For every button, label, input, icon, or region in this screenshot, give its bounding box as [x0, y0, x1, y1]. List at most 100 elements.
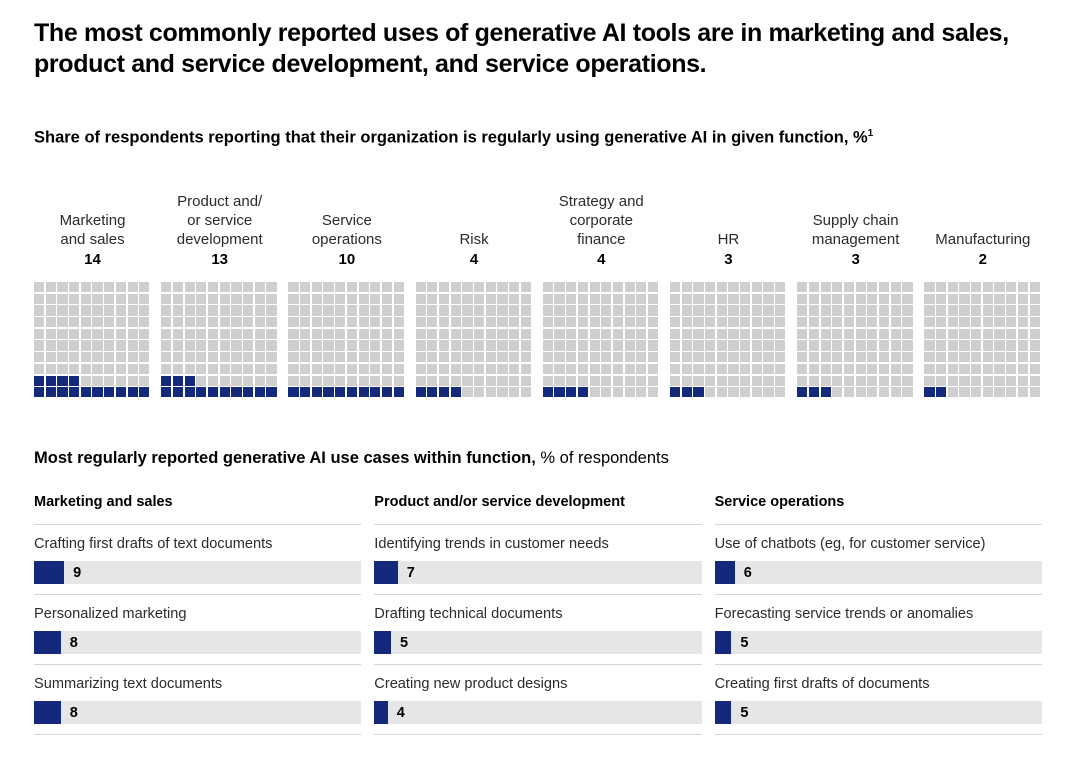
waffle-cell-empty: [647, 293, 659, 304]
waffle-cell-empty: [763, 363, 774, 374]
waffle-cell-empty: [589, 363, 600, 374]
waffle-cell-empty: [902, 328, 913, 339]
waffle-cell-empty: [797, 305, 808, 316]
waffle-cell-empty: [577, 328, 588, 339]
waffle-cell-empty: [207, 328, 219, 339]
waffle-cell-empty: [797, 282, 808, 293]
waffle-cell-empty: [878, 293, 890, 304]
waffle-cell-empty: [139, 375, 150, 386]
waffle-cell-empty: [982, 363, 993, 374]
usecase-column-title: Product and/or service development: [374, 494, 625, 510]
waffle-cell-empty: [450, 340, 461, 351]
waffle-cell-empty: [300, 282, 311, 293]
waffle-cell-empty: [520, 282, 531, 293]
waffle-cell-empty: [820, 352, 831, 363]
waffle-cell-empty: [346, 352, 357, 363]
waffle-cell-empty: [485, 352, 496, 363]
usecase-bar-track: 8: [34, 631, 362, 654]
chart-page: The most commonly reported uses of gener…: [0, 0, 1086, 763]
usecase-bar-fill: [374, 561, 398, 584]
waffle-cell-empty: [716, 375, 727, 386]
waffle-cell-empty: [254, 352, 265, 363]
waffle-cell-empty: [370, 282, 381, 293]
waffle-cell-empty: [855, 305, 866, 316]
waffle-cell-empty: [462, 387, 473, 398]
waffle-cell-empty: [509, 317, 520, 328]
waffle-cell-empty: [184, 340, 195, 351]
waffle-cell-empty: [219, 375, 230, 386]
waffle-cell-empty: [693, 363, 704, 374]
waffle-cell-filled: [172, 375, 184, 386]
waffle-cell-filled: [104, 387, 115, 398]
waffle-cell-empty: [509, 375, 520, 386]
waffle-cell-empty: [34, 293, 45, 304]
waffle-cell-empty: [115, 293, 126, 304]
waffle-cell-empty: [1029, 363, 1040, 374]
waffle-cell-empty: [751, 340, 762, 351]
waffle-cell-empty: [542, 363, 553, 374]
waffle-cell-empty: [808, 375, 819, 386]
waffle-cell-empty: [843, 387, 855, 398]
waffle-cell-empty: [80, 293, 91, 304]
waffle-cell-empty: [612, 293, 624, 304]
waffle-cell-empty: [624, 387, 635, 398]
waffle-value: 4: [469, 251, 479, 268]
usecases-section-heading: Most regularly reported generative AI us…: [34, 447, 669, 469]
waffle-cell-empty: [34, 317, 45, 328]
waffle-cell-empty: [716, 293, 727, 304]
waffle-cell-empty: [878, 317, 890, 328]
waffle-cell-empty: [381, 352, 393, 363]
waffle-cell-empty: [554, 282, 565, 293]
waffle-cell-empty: [370, 293, 381, 304]
waffle-cell-empty: [80, 375, 91, 386]
usecase-bar-fill: [374, 631, 392, 654]
waffle-cell-filled: [219, 387, 230, 398]
waffle-cell-empty: [647, 282, 659, 293]
waffle-cell-empty: [669, 352, 681, 363]
waffle-cell-empty: [45, 363, 56, 374]
waffle-cell-empty: [855, 352, 866, 363]
usecases-heading-bold: Most regularly reported generative AI us…: [34, 449, 536, 467]
waffle-cell-empty: [57, 305, 68, 316]
waffle-cell-empty: [393, 328, 404, 339]
waffle-cell-empty: [139, 328, 150, 339]
waffle-cell-empty: [381, 340, 393, 351]
waffle-cell-empty: [1006, 363, 1017, 374]
waffle-cell-empty: [542, 328, 553, 339]
waffle-cell-empty: [959, 282, 970, 293]
waffle-cell-empty: [878, 305, 890, 316]
waffle-cell-empty: [381, 375, 393, 386]
waffle-cell-empty: [323, 282, 334, 293]
waffle-cell-empty: [728, 375, 739, 386]
waffle-cell-empty: [867, 282, 878, 293]
waffle-cell-empty: [647, 387, 659, 398]
waffle-cell-empty: [693, 282, 704, 293]
waffle-cell-empty: [346, 282, 357, 293]
waffle-cell-empty: [393, 375, 404, 386]
waffle-cell-empty: [127, 293, 138, 304]
waffle-cell-empty: [335, 352, 346, 363]
waffle-cell-empty: [775, 328, 786, 339]
waffle-cell-empty: [474, 293, 485, 304]
waffle-cell-empty: [219, 317, 230, 328]
usecase-label: Creating first drafts of documents: [714, 676, 930, 692]
usecase-bar-track: 5: [374, 631, 702, 654]
waffle-cell-empty: [647, 375, 659, 386]
waffle-cell-filled: [34, 375, 45, 386]
waffle-cell-empty: [716, 317, 727, 328]
waffle-cell-empty: [808, 340, 819, 351]
waffle-cell-empty: [139, 340, 150, 351]
waffle-cell-empty: [577, 293, 588, 304]
waffle-cell-empty: [207, 363, 219, 374]
waffle-cell-empty: [693, 352, 704, 363]
waffle-cell-empty: [867, 305, 878, 316]
waffle-cell-empty: [890, 363, 901, 374]
waffle-cell-empty: [427, 340, 438, 351]
waffle-cell-empty: [994, 328, 1005, 339]
waffle-cell-empty: [971, 328, 982, 339]
waffle-category-label: Service operations: [311, 212, 382, 248]
waffle-column: Risk 4: [415, 192, 543, 407]
waffle-cell-empty: [254, 363, 265, 374]
waffle-cell-empty: [890, 387, 901, 398]
waffle-cell-empty: [902, 282, 913, 293]
